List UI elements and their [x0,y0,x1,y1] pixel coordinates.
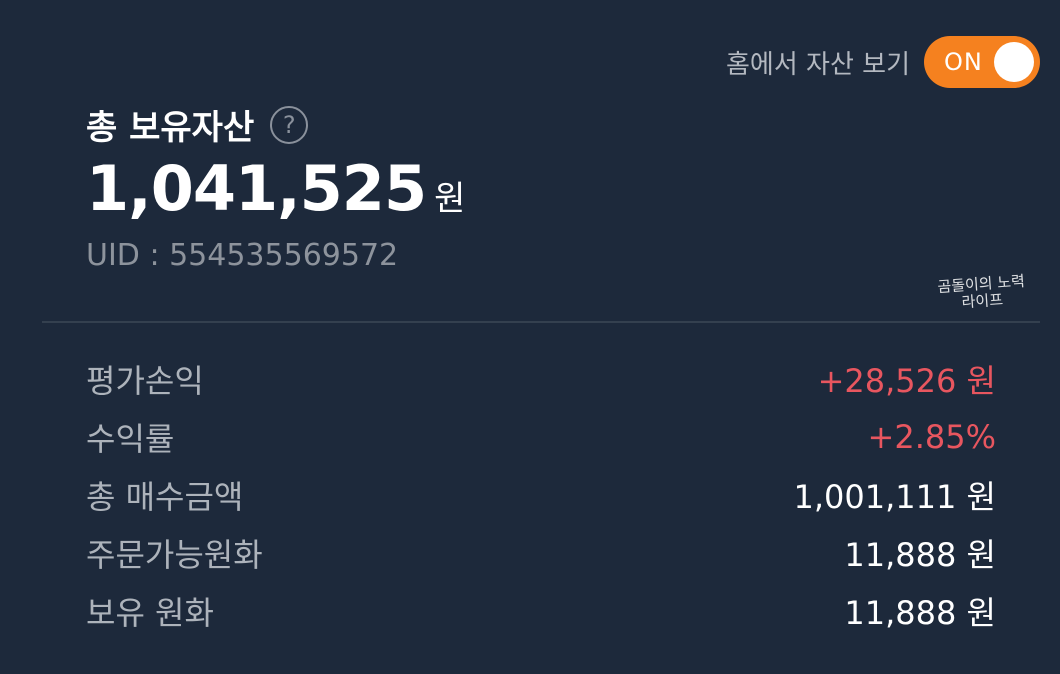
row-label: 주문가능원화 [86,536,263,574]
uid-text: UID : 554535569572 [86,238,399,273]
total-assets-unit: 원 [434,179,466,219]
divider [42,321,1040,323]
row-return-rate: 수익률 +2.85% [86,408,996,466]
total-assets-amount: 1,041,525 원 [86,152,465,225]
row-valuation-pnl: 평가손익 +28,526 원 [86,350,996,408]
row-value: +2.85% [867,418,996,456]
row-label: 평가손익 [86,362,204,400]
row-label: 보유 원화 [86,594,214,632]
home-asset-toggle-label: 홈에서 자산 보기 [726,49,910,80]
row-value: 11,888 원 [844,536,996,574]
toggle-state-text: ON [944,48,983,76]
row-total-purchase: 총 매수금액 1,001,111 원 [86,466,996,524]
watermark: 곰돌이의 노력 라이프 [937,272,1027,313]
total-assets-header: 총 보유자산 ? [86,100,309,149]
home-asset-toggle-row: 홈에서 자산 보기 ON [726,36,1040,88]
total-assets-title: 총 보유자산 [86,108,255,148]
help-icon[interactable]: ? [270,105,309,144]
row-label: 총 매수금액 [86,478,244,516]
toggle-knob [994,42,1034,82]
row-value: 11,888 원 [844,594,996,632]
row-orderable-krw: 주문가능원화 11,888 원 [86,524,996,582]
row-value: +28,526 원 [817,362,996,400]
asset-summary-list: 평가손익 +28,526 원 수익률 +2.85% 총 매수금액 1,001,1… [86,350,996,640]
row-value: 1,001,111 원 [793,478,996,516]
total-assets-value: 1,041,525 [86,152,427,225]
home-asset-toggle[interactable]: ON [924,36,1040,88]
row-held-krw: 보유 원화 11,888 원 [86,582,996,640]
row-label: 수익률 [86,420,175,458]
